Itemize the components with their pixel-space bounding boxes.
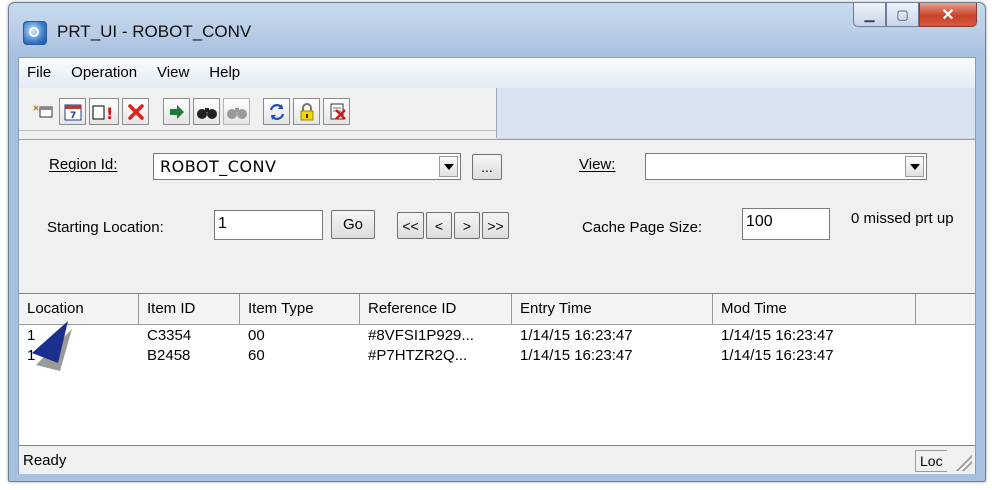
next-page-button[interactable]: > [454,212,480,239]
lock-button[interactable] [293,98,320,125]
mouse-pointer-icon [32,321,72,371]
cell-reference-id: #P7HTZR2Q... [368,347,468,364]
cache-page-size-label: Cache Page Size: [582,219,703,236]
calendar-icon: 7 [64,104,81,121]
cache-page-size-input[interactable]: 100 [742,208,830,240]
last-page-button[interactable]: >> [482,212,509,239]
resize-grip-icon[interactable] [954,453,972,471]
new-record-button[interactable] [29,98,56,125]
missed-updates-text: 0 missed prt up [851,210,954,227]
find-icon [196,107,217,119]
app-window: PRT_UI - ROBOT_CONV ▁ ▢ ✕ File Operation… [8,2,986,482]
refresh-button[interactable] [263,98,290,125]
filter-panel: Region Id: ROBOT_CONV ... View: Starting… [19,139,975,294]
column-header-mod-time[interactable]: Mod Time [713,294,916,324]
app-icon[interactable] [23,21,47,45]
delete-icon [127,103,144,120]
toolbar: 7 ! [19,88,497,138]
minimize-icon: ▁ [864,6,875,22]
maximize-button[interactable]: ▢ [886,3,919,27]
chevron-down-icon[interactable] [905,156,924,177]
cell-reference-id: #8VFSI1P929... [368,327,474,344]
cell-mod-time: 1/14/15 16:23:47 [721,347,834,364]
list-header: Location Item ID Item Type Reference ID … [19,294,975,325]
menu-bar: File Operation View Help [19,58,975,89]
cell-item-id: B2458 [147,347,191,364]
menu-help[interactable]: Help [199,58,250,88]
delete-button[interactable] [122,98,149,125]
maximize-icon: ▢ [896,6,909,22]
column-header-item-type[interactable]: Item Type [240,294,360,324]
new-icon [32,104,52,117]
column-header-entry-time[interactable]: Entry Time [512,294,713,324]
status-text: Ready [23,452,67,469]
menu-view[interactable]: View [147,58,199,88]
minimize-button[interactable]: ▁ [853,3,886,27]
svg-text:7: 7 [70,111,76,121]
table-row[interactable]: 1 B2458 60 #P7HTZR2Q... 1/14/15 16:23:47… [19,346,975,366]
alert-button[interactable]: ! [89,98,119,125]
cell-item-type: 60 [248,347,265,364]
results-list[interactable]: Location Item ID Item Type Reference ID … [19,293,975,446]
menu-operation[interactable]: Operation [61,58,147,88]
region-id-value: ROBOT_CONV [160,157,277,176]
go-arrow-button[interactable] [163,98,190,125]
window-title: PRT_UI - ROBOT_CONV [57,22,252,41]
starting-location-input[interactable]: 1 [214,210,323,240]
browse-region-button[interactable]: ... [472,154,502,180]
starting-location-label: Starting Location: [47,219,164,236]
go-arrow-icon [169,104,184,119]
status-bar: Ready Loc [19,448,975,474]
toolbar-divider [19,130,496,131]
find-next-button[interactable] [223,98,250,125]
go-button[interactable]: Go [331,210,375,239]
close-button[interactable]: ✕ [919,3,977,27]
view-label: View: [579,156,616,173]
menu-file[interactable]: File [19,58,61,88]
view-combo[interactable] [645,153,927,180]
svg-text:!: ! [106,104,113,122]
window-controls: ▁ ▢ ✕ [853,3,977,31]
clear-button[interactable] [323,98,350,125]
cell-entry-time: 1/14/15 16:23:47 [520,347,633,364]
status-pane-location: Loc [915,450,947,472]
alert-icon: ! [92,104,113,122]
title-bar[interactable]: PRT_UI - ROBOT_CONV ▁ ▢ ✕ [9,3,985,57]
cell-item-id: C3354 [147,327,192,344]
chevron-down-icon[interactable] [439,156,458,177]
region-id-label: Region Id: [49,156,118,173]
client-area: File Operation View Help 7 ! Region Id: … [18,57,976,474]
toolbar-extension [497,88,975,139]
cell-item-type: 00 [248,327,265,344]
clear-icon [330,103,346,120]
cell-mod-time: 1/14/15 16:23:47 [721,327,834,344]
calendar-button[interactable]: 7 [59,98,86,125]
table-row[interactable]: 1 C3354 00 #8VFSI1P929... 1/14/15 16:23:… [19,326,975,346]
find-disabled-icon [226,107,247,119]
column-header-item-id[interactable]: Item ID [139,294,240,324]
first-page-button[interactable]: << [397,212,424,239]
region-id-combo[interactable]: ROBOT_CONV [153,153,461,180]
lock-icon [300,102,313,120]
find-button[interactable] [193,98,220,125]
close-icon: ✕ [941,6,955,24]
cell-entry-time: 1/14/15 16:23:47 [520,327,633,344]
refresh-icon [269,103,284,120]
column-header-reference-id[interactable]: Reference ID [360,294,512,324]
prev-page-button[interactable]: < [426,212,452,239]
